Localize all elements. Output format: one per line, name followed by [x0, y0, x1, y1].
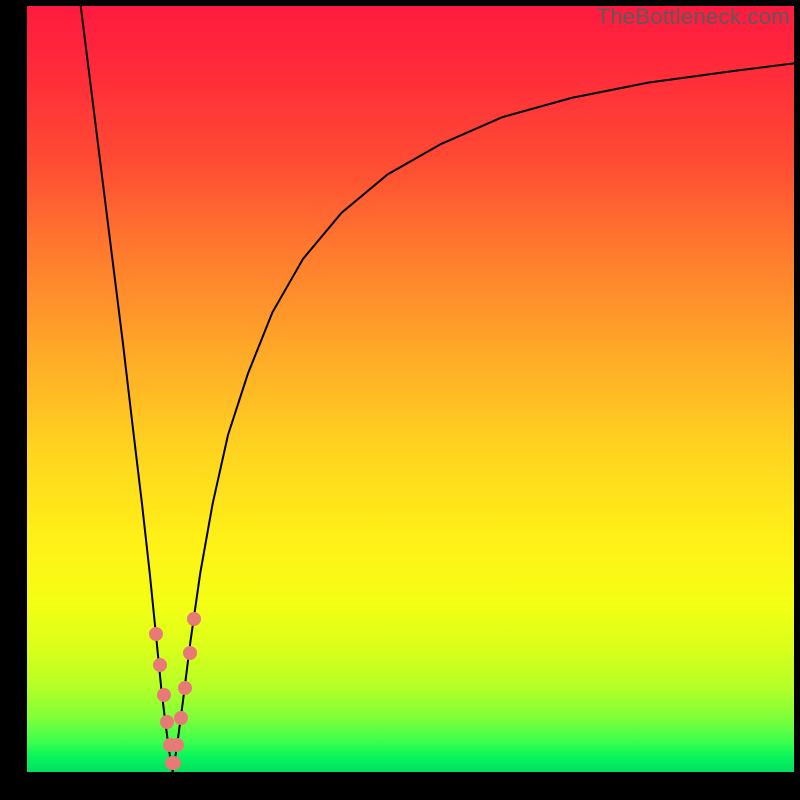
watermark-label: TheBottleneck.com: [597, 4, 790, 30]
plot-area: [27, 6, 794, 772]
bottleneck-curve: [27, 6, 794, 772]
sweet-spot-dot: [153, 658, 167, 672]
sweet-spot-dot: [149, 627, 163, 641]
chart-frame: TheBottleneck.com: [0, 0, 800, 800]
sweet-spot-dot: [157, 688, 171, 702]
sweet-spot-dot: [178, 681, 192, 695]
sweet-spot-dot: [183, 646, 197, 660]
sweet-spot-dot: [167, 756, 181, 770]
sweet-spot-dot: [160, 715, 174, 729]
sweet-spot-dot: [187, 612, 201, 626]
curve-right-branch: [173, 63, 794, 772]
